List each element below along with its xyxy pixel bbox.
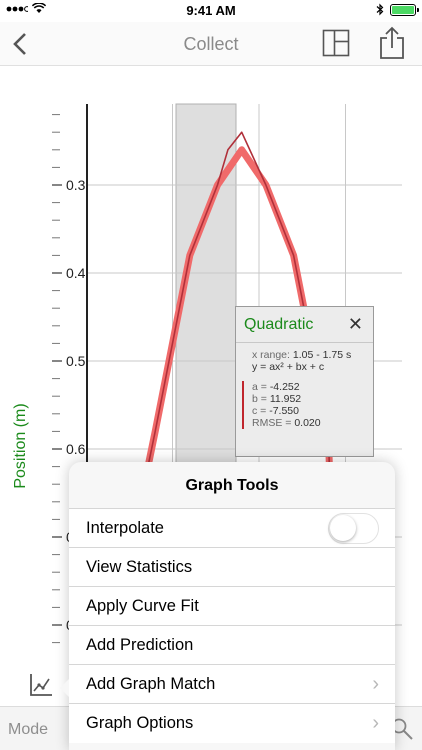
chevron-right-icon: › [372, 712, 379, 734]
layout-icon[interactable] [322, 29, 350, 57]
nav-bar: Collect [0, 22, 422, 66]
interpolate-toggle[interactable] [328, 513, 379, 544]
menu-item-label: Add Prediction [86, 636, 194, 654]
menu-item-label: View Statistics [86, 558, 193, 576]
fit-title: Quadratic [244, 315, 314, 333]
menu-item-label: Interpolate [86, 519, 164, 537]
graph-tools-popover: Graph Tools Interpolate View Statistics … [60, 462, 395, 750]
fit-parameters: a = -4.252 b = 11.952 c = -7.550 RMSE = … [242, 381, 373, 429]
menu-item-apply-curve-fit[interactable]: Apply Curve Fit [69, 587, 395, 626]
fit-rmse-value: 0.020 [294, 417, 321, 429]
fit-c-label: c = [252, 405, 270, 417]
chevron-right-icon: › [372, 673, 379, 695]
mode-button[interactable]: Mode [8, 721, 48, 739]
curve-fit-panel[interactable]: Quadratic ✕ x range: 1.05 - 1.75 s y = a… [235, 306, 374, 457]
share-icon[interactable] [377, 26, 407, 60]
popover-title: Graph Tools [69, 462, 395, 509]
menu-item-label: Add Graph Match [86, 675, 216, 693]
fit-a-label: a = [252, 381, 270, 393]
y-tick-label: 0.5 [66, 353, 86, 369]
y-tick-label: 0.6 [66, 441, 86, 457]
fit-range-value: 1.05 - 1.75 s [292, 349, 352, 361]
menu-item-label: Apply Curve Fit [86, 597, 199, 615]
fit-range-label: x range: [252, 349, 290, 361]
status-time: 9:41 AM [186, 3, 236, 18]
y-tick-label: 0.4 [66, 265, 86, 281]
fit-rmse-label: RMSE = [252, 417, 295, 429]
graph-tool-icon[interactable] [28, 672, 54, 698]
fit-equation: y = ax² + bx + c [252, 361, 325, 373]
menu-item-add-prediction[interactable]: Add Prediction [69, 626, 395, 665]
status-bar: 9:41 AM [0, 0, 422, 22]
menu-item-interpolate[interactable]: Interpolate [69, 509, 395, 548]
close-icon[interactable]: ✕ [348, 314, 363, 335]
fit-b-value: 11.952 [269, 393, 302, 405]
battery-icon [390, 3, 419, 16]
y-axis-label: Position (m) [12, 403, 29, 489]
fit-a-value: -4.252 [269, 381, 300, 393]
menu-item-add-graph-match[interactable]: Add Graph Match › [69, 665, 395, 704]
y-tick-label: 0.3 [66, 177, 86, 193]
menu-item-graph-options[interactable]: Graph Options › [69, 704, 395, 743]
fit-b-label: b = [252, 393, 270, 405]
fit-c-value: -7.550 [269, 405, 299, 417]
menu-item-view-statistics[interactable]: View Statistics [69, 548, 395, 587]
menu-item-label: Graph Options [86, 714, 194, 732]
page-title: Collect [183, 34, 239, 54]
bluetooth-icon [376, 3, 384, 16]
